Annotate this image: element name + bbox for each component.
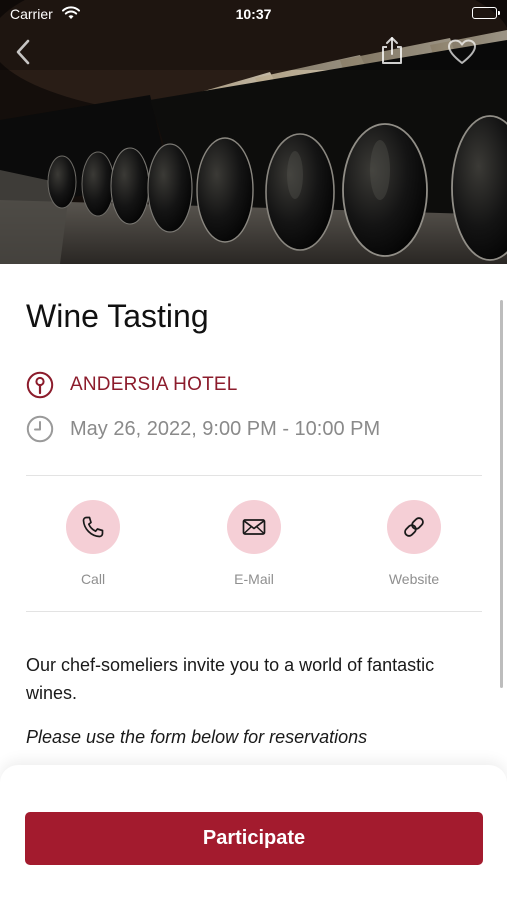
call-button-circle[interactable] [66,500,120,554]
link-icon [404,517,424,537]
divider [26,475,482,476]
email-button-circle[interactable] [227,500,281,554]
wine-bottles-image [0,0,507,264]
email-label: E-Mail [234,571,274,587]
scrollbar[interactable] [500,300,503,688]
status-bar: Carrier 10:37 [0,0,507,28]
event-description: Our chef-someliers invite you to a world… [26,655,435,703]
heart-icon[interactable] [447,38,477,66]
website-button[interactable]: Website [364,500,464,587]
event-datetime: May 26, 2022, 9:00 PM - 10:00 PM [26,415,380,443]
clock-icon [26,415,54,443]
call-button[interactable]: Call [43,500,143,587]
datetime-label: May 26, 2022, 9:00 PM - 10:00 PM [70,417,381,440]
reservation-note: Please use the form below for reservatio… [26,727,368,747]
location-pin-icon [26,371,54,399]
website-label: Website [388,571,440,587]
participate-button[interactable]: Participate [25,812,483,865]
email-button[interactable]: E-Mail [204,500,304,587]
phone-icon [82,516,104,538]
contact-actions: Call E-Mail Website [26,500,482,590]
call-label: Call [80,571,106,587]
share-icon[interactable] [378,36,406,66]
battery-icon [472,7,500,19]
website-button-circle[interactable] [387,500,441,554]
mail-icon [242,519,266,535]
chevron-left-icon[interactable] [12,38,36,66]
hero-image [0,0,507,264]
location-label: ANDERSIA HOTEL [70,374,238,395]
status-time: 10:37 [235,6,272,22]
event-location[interactable]: ANDERSIA HOTEL [26,371,238,399]
divider [26,611,482,612]
bottom-action-bar: Participate [0,765,507,900]
event-title: Wine Tasting [26,298,209,334]
